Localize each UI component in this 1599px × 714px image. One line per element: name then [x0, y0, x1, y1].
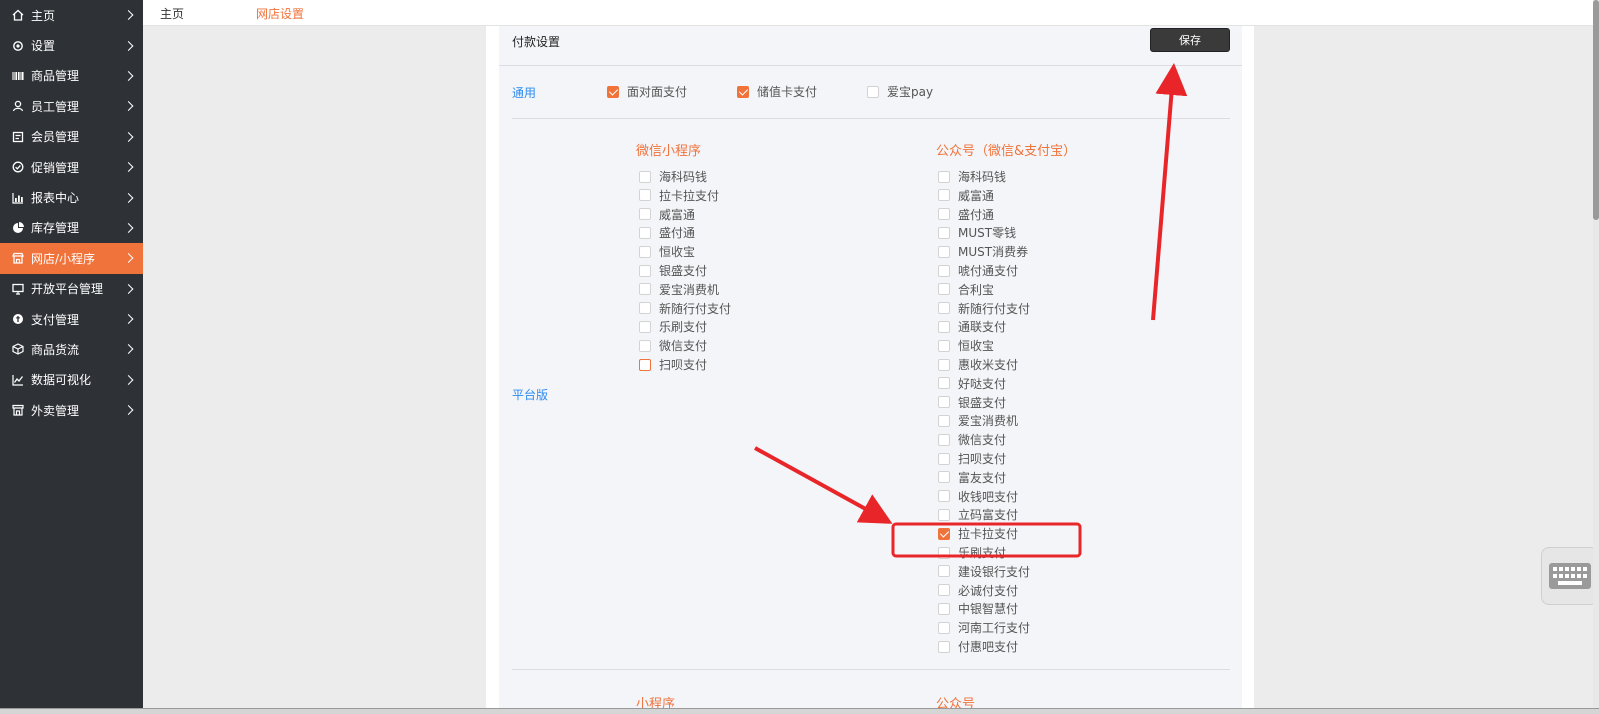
arrow-to-save — [1151, 63, 1188, 321]
scrollbar-thumb[interactable] — [1593, 0, 1599, 220]
highlight-box — [891, 522, 1082, 558]
annotation-overlay — [754, 63, 1188, 558]
taskbar — [0, 708, 1599, 714]
arrow-to-lakala — [754, 446, 893, 524]
keyboard-icon[interactable] — [1541, 547, 1599, 605]
